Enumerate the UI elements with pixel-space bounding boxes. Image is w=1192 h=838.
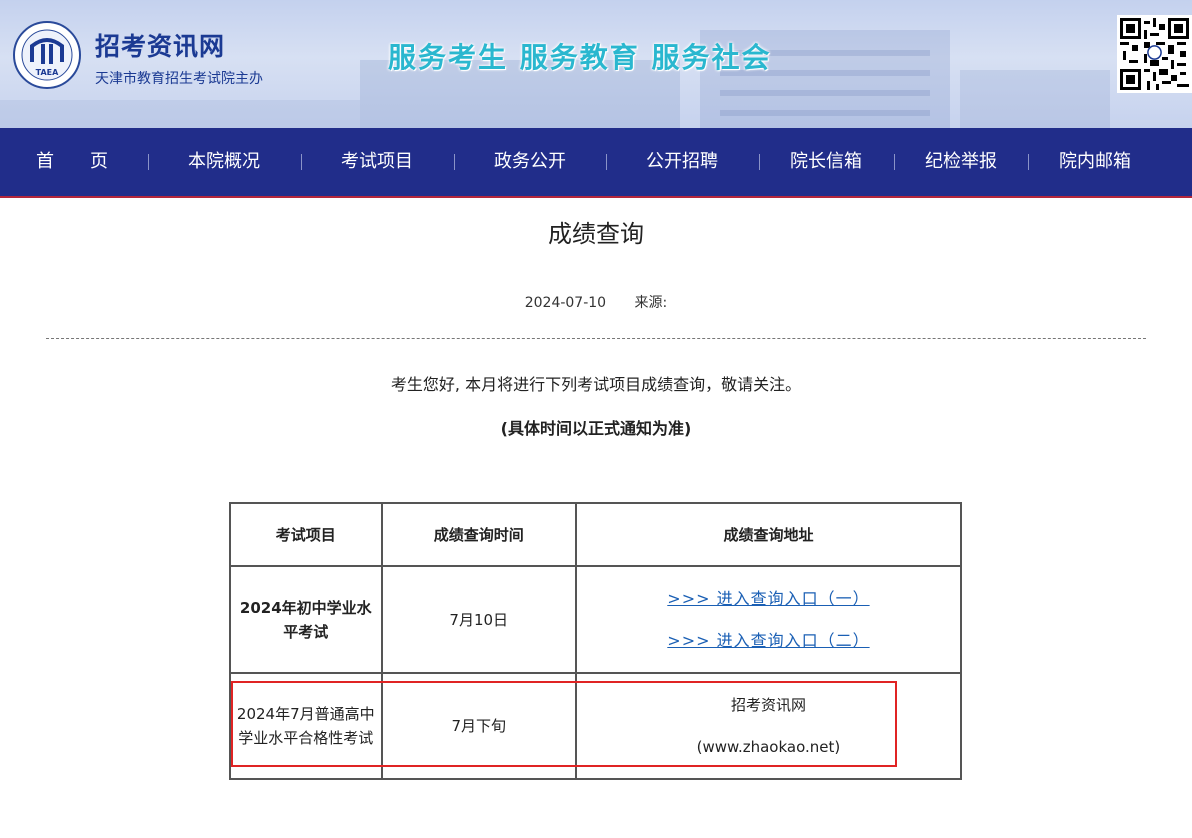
table-header-exam: 考试项目 bbox=[229, 502, 383, 567]
logo-label: TAEA bbox=[36, 68, 59, 77]
exam-name-cell: 2024年7月普通高中 学业水平合格性考试 bbox=[229, 672, 383, 780]
address-site-url: (www.zhaokao.net) bbox=[696, 738, 841, 756]
exam-name-line: 2024年7月普通高中 bbox=[236, 705, 375, 723]
nav-separator bbox=[148, 154, 149, 170]
site-header: TAEA 招考资讯网 天津市教育招生考试院主办 服务考生 服务教育 服务社会 bbox=[0, 0, 1192, 128]
exam-name-cell: 2024年初中学业水 平考试 bbox=[229, 565, 383, 674]
table-header-address: 成绩查询地址 bbox=[574, 502, 963, 567]
query-address-cell: >>> 进入查询入口（一） >>> 进入查询入口（二） bbox=[574, 565, 963, 674]
header-slogan: 服务考生 服务教育 服务社会 bbox=[388, 41, 772, 74]
exam-name-line: 学业水平合格性考试 bbox=[238, 729, 374, 747]
nav-item-about[interactable]: 本院概况 bbox=[188, 128, 260, 196]
background-window-row bbox=[720, 90, 930, 96]
taea-logo-icon[interactable]: TAEA bbox=[12, 20, 82, 90]
score-query-table: 考试项目 成绩查询时间 成绩查询地址 2024年初中学业水 平考试 7月10日 … bbox=[229, 502, 963, 780]
table-header-row: 考试项目 成绩查询时间 成绩查询地址 bbox=[229, 502, 963, 567]
background-window-row bbox=[720, 110, 930, 116]
publish-date: 2024-07-10 bbox=[524, 295, 607, 311]
table-row: 2024年7月普通高中 学业水平合格性考试 7月下旬 招考资讯网 (www.zh… bbox=[229, 672, 963, 780]
exam-name-line: 平考试 bbox=[283, 622, 329, 641]
table-header-time: 成绩查询时间 bbox=[380, 502, 577, 567]
query-address-cell: 招考资讯网 (www.zhaokao.net) bbox=[574, 672, 963, 780]
address-site-name: 招考资讯网 bbox=[730, 696, 806, 714]
nav-item-exams[interactable]: 考试项目 bbox=[341, 128, 413, 196]
nav-separator bbox=[301, 154, 302, 170]
exam-name-line: 2024年初中学业水 bbox=[239, 598, 372, 617]
nav-item-discipline-report[interactable]: 纪检举报 bbox=[925, 128, 997, 196]
nav-separator bbox=[759, 154, 760, 170]
query-time-cell: 7月10日 bbox=[380, 565, 577, 674]
notice-text: (具体时间以正式通知为准) bbox=[500, 419, 692, 438]
query-entry-link-1[interactable]: >>> 进入查询入口（一） bbox=[667, 588, 869, 610]
query-entry-link-2[interactable]: >>> 进入查询入口（二） bbox=[667, 630, 869, 652]
nav-item-home[interactable]: 首 页 bbox=[36, 128, 108, 196]
nav-item-recruitment[interactable]: 公开招聘 bbox=[646, 128, 718, 196]
qr-code-icon bbox=[1117, 15, 1192, 93]
nav-item-government-affairs[interactable]: 政务公开 bbox=[494, 128, 566, 196]
background-building bbox=[0, 100, 360, 128]
nav-separator bbox=[894, 154, 895, 170]
nav-separator bbox=[606, 154, 607, 170]
query-time-cell: 7月下旬 bbox=[380, 672, 577, 780]
main-nav: 首 页 本院概况 考试项目 政务公开 公开招聘 院长信箱 纪检举报 院内邮箱 bbox=[0, 128, 1192, 198]
site-title[interactable]: 招考资讯网 bbox=[95, 32, 225, 62]
nav-separator bbox=[1028, 154, 1029, 170]
nav-item-internal-mail[interactable]: 院内邮箱 bbox=[1059, 128, 1131, 196]
table-row: 2024年初中学业水 平考试 7月10日 >>> 进入查询入口（一） >>> 进… bbox=[229, 565, 963, 674]
source-label: 来源: bbox=[634, 295, 668, 311]
nav-separator bbox=[454, 154, 455, 170]
site-subtitle: 天津市教育招生考试院主办 bbox=[95, 71, 263, 87]
nav-item-president-mailbox[interactable]: 院长信箱 bbox=[790, 128, 862, 196]
article-meta: 2024-07-10 来源: bbox=[0, 294, 1192, 312]
background-building bbox=[960, 70, 1110, 128]
dashed-divider bbox=[46, 338, 1146, 339]
intro-text: 考生您好, 本月将进行下列考试项目成绩查询，敬请关注。 bbox=[390, 375, 802, 394]
page-title: 成绩查询 bbox=[548, 220, 644, 248]
